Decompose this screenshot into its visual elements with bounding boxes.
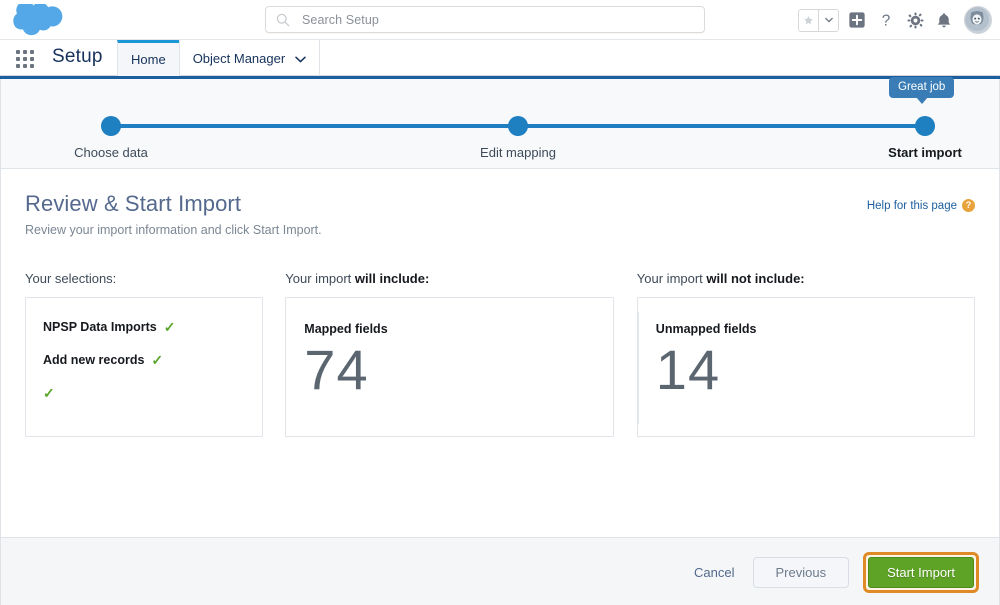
svg-text:?: ? [882,12,891,29]
column-will-include: Your import will include: Mapped fields … [285,271,614,437]
unmapped-fields-card: Unmapped fields 14 [636,297,975,437]
help-question-icon: ? [962,199,975,212]
grid-dot [23,64,27,68]
star-icon[interactable] [799,9,818,31]
grid-dot [16,50,20,54]
check-icon: ✓ [43,385,55,401]
chevron-down-icon[interactable] [818,9,838,31]
search-input[interactable]: Search Setup [265,6,705,33]
step-dot-icon [102,117,120,135]
selection-label: NPSP Data Imports [43,320,157,334]
column-spacer [614,271,637,437]
summary-columns: Your selections: NPSP Data Imports ✓ Add… [25,271,975,437]
column-will-not-include: Your import will not include: Unmapped f… [636,271,975,437]
global-header: Search Setup ? [0,0,1000,40]
import-wizard: Choose data Edit mapping Great job Start… [0,76,1000,605]
wizard-footer: Cancel Previous Start Import [0,537,1000,605]
heading-bold: will include: [354,271,430,286]
help-link-label: Help for this page [866,199,957,212]
help-for-this-page-link[interactable]: Help for this page ? [867,199,975,212]
mapped-fields-card: Mapped fields 74 [285,297,614,437]
selection-item: Add new records ✓ [43,353,262,367]
tab-home[interactable]: Home [117,40,179,76]
column-heading-selections: Your selections: [25,271,263,286]
user-avatar-icon[interactable] [964,6,992,34]
start-import-button[interactable]: Start Import [868,557,974,588]
grid-dot [23,50,27,54]
tracker-step-label: Choose data [74,145,148,160]
setup-page: Search Setup ? Setup Home Object Manager… [0,0,1000,605]
column-heading-will-not-include: Your import will not include: [637,271,975,286]
grid-dot [30,57,34,61]
heading-bold: will not include: [706,271,805,286]
column-heading-will-include: Your import will include: [285,271,614,286]
step-dot-icon [509,117,527,135]
salesforce-cloud-icon[interactable] [12,0,64,36]
start-import-highlight: Start Import [863,552,979,593]
chevron-down-icon[interactable] [295,51,306,66]
search-placeholder: Search Setup [302,12,379,27]
column-spacer [263,271,286,437]
tab-object-manager[interactable]: Object Manager [178,40,321,76]
bell-icon[interactable] [933,9,955,31]
mapped-fields-value: 74 [304,338,369,401]
check-icon: ✓ [163,319,176,335]
heading-regular: Your selections: [25,271,117,286]
wizard-body: Review & Start Import Review your import… [0,169,1000,537]
cancel-button[interactable]: Cancel [690,559,738,586]
grid-dot [23,57,27,61]
gear-icon[interactable] [904,9,926,31]
grid-dot [30,64,34,68]
check-icon: ✓ [151,352,164,368]
favorites-group[interactable] [798,8,839,32]
selection-item: NPSP Data Imports ✓ [43,320,262,334]
question-mark-icon[interactable]: ? [875,9,897,31]
page-title: Review & Start Import [25,191,242,216]
setup-bar: Setup Home Object Manager [0,40,1000,76]
plus-square-icon[interactable] [846,9,868,31]
selections-card: NPSP Data Imports ✓ Add new records ✓ ✓ [25,297,263,437]
heading-regular: Your import [285,271,355,286]
mapped-fields-label: Mapped fields [304,322,388,336]
setup-tabs: Home Object Manager [117,40,321,76]
tab-object-manager-label: Object Manager [192,50,286,66]
grid-dot [30,50,34,54]
unmapped-fields-label: Unmapped fields [655,322,757,336]
heading-regular: Your import [636,271,707,286]
header-actions: ? [798,0,992,40]
selection-item: ✓ [43,386,262,400]
unmapped-fields-value: 14 [655,338,721,401]
tab-home-label: Home [131,52,166,67]
page-subtitle: Review your import information and click… [25,223,322,237]
setup-title: Setup [52,46,103,67]
column-your-selections: Your selections: NPSP Data Imports ✓ Add… [25,271,263,437]
great-job-tooltip: Great job [889,77,955,104]
previous-button[interactable]: Previous [752,557,850,588]
tracker-step-label: Edit mapping [480,145,556,160]
search-icon [276,13,290,26]
selection-label: Add new records [43,353,145,367]
app-launcher-grid-icon[interactable] [16,50,34,68]
grid-dot [16,64,20,68]
progress-tracker: Choose data Edit mapping Great job Start… [0,77,1000,169]
tracker-step-label: Start import [888,145,962,160]
grid-dot [16,57,20,61]
step-dot-icon [916,117,934,135]
